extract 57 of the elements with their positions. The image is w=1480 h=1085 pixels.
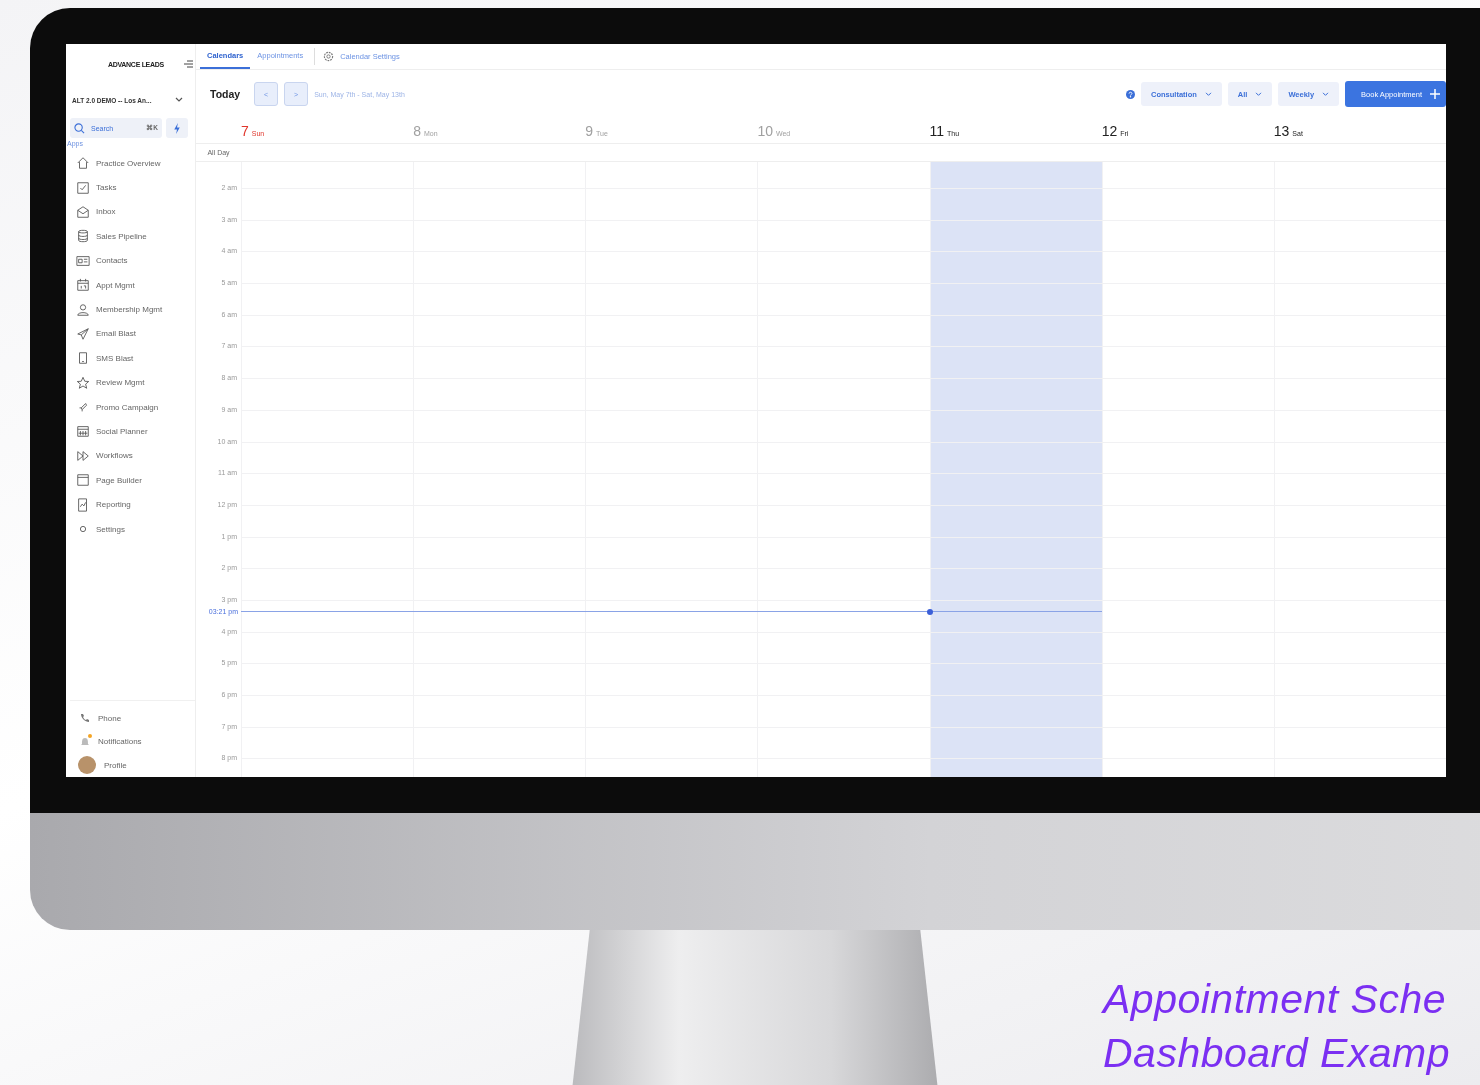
settings-icon[interactable] [323,51,335,62]
sidebar-item[interactable]: Page Builder [70,468,195,493]
contact-card-icon [76,253,90,268]
house-icon [76,156,90,171]
phone-icon [80,713,90,724]
search-icon [74,122,85,134]
fast-forward-icon [76,448,90,463]
bell-icon [80,735,90,748]
avatar [78,756,96,775]
lightning-icon [173,122,181,134]
sidebar-item[interactable]: Practice Overview [70,151,195,176]
database-icon [76,229,90,244]
sidebar-item[interactable]: Email Blast [70,321,195,347]
day-number: 10 [757,122,773,139]
day-number: 8 [413,122,421,139]
sidebar-item[interactable]: Promo Campaign [70,394,195,420]
window-icon [76,473,90,488]
day-number: 7 [241,122,249,139]
sidebar-item[interactable]: Inbox [70,199,195,225]
sidebar-item[interactable]: Reporting [70,492,195,517]
caption-text: Appointment Sche [1103,975,1448,1024]
sidebar-item[interactable]: Workflows [70,443,195,469]
sidebar-item[interactable]: Review Mgmt [70,370,195,395]
chevron-down-icon [1255,91,1263,97]
sidebar-item[interactable]: Social Planner [70,419,195,444]
checkbox-icon [76,180,90,195]
report-icon [76,497,90,512]
envelope-icon [76,204,90,219]
paper-plane-icon [76,326,90,341]
chevron-down-icon [1204,91,1212,97]
chevron-down-icon [1322,91,1330,97]
sidebar-item[interactable]: Settings [70,516,195,542]
day-number: 11 [929,122,945,139]
menu-icon[interactable] [184,60,193,68]
sidebar-item[interactable]: Profile [70,753,195,777]
sidebar-item[interactable]: SMS Blast [70,346,195,371]
sidebar-item[interactable]: Appt Mgmt [70,272,195,298]
day-number: 9 [585,122,594,139]
plus-icon [1430,89,1440,99]
sidebar-item[interactable]: Sales Pipeline [70,224,195,249]
sidebar-item[interactable]: Notifications [70,730,195,754]
day-number: 13 [1273,122,1290,139]
chevron-down-icon [175,97,183,103]
calendar-icon [76,278,90,293]
mobile-phone-icon [76,351,90,366]
sidebar-item[interactable]: Membership Mgmt [70,297,195,322]
today-button[interactable]: Today [210,88,241,100]
sidebar-item[interactable]: Tasks [70,175,195,200]
person-icon [76,302,90,317]
caption-text: Dashboard Examp [1103,1029,1451,1078]
lightning-button[interactable] [166,118,188,138]
sidebar-item[interactable]: Contacts [70,248,195,273]
calendar-grid-icon [76,424,90,439]
day-number: 12 [1101,122,1118,139]
help-icon[interactable] [1125,89,1135,99]
star-icon [76,375,90,390]
sidebar-item[interactable]: Phone [70,706,195,730]
